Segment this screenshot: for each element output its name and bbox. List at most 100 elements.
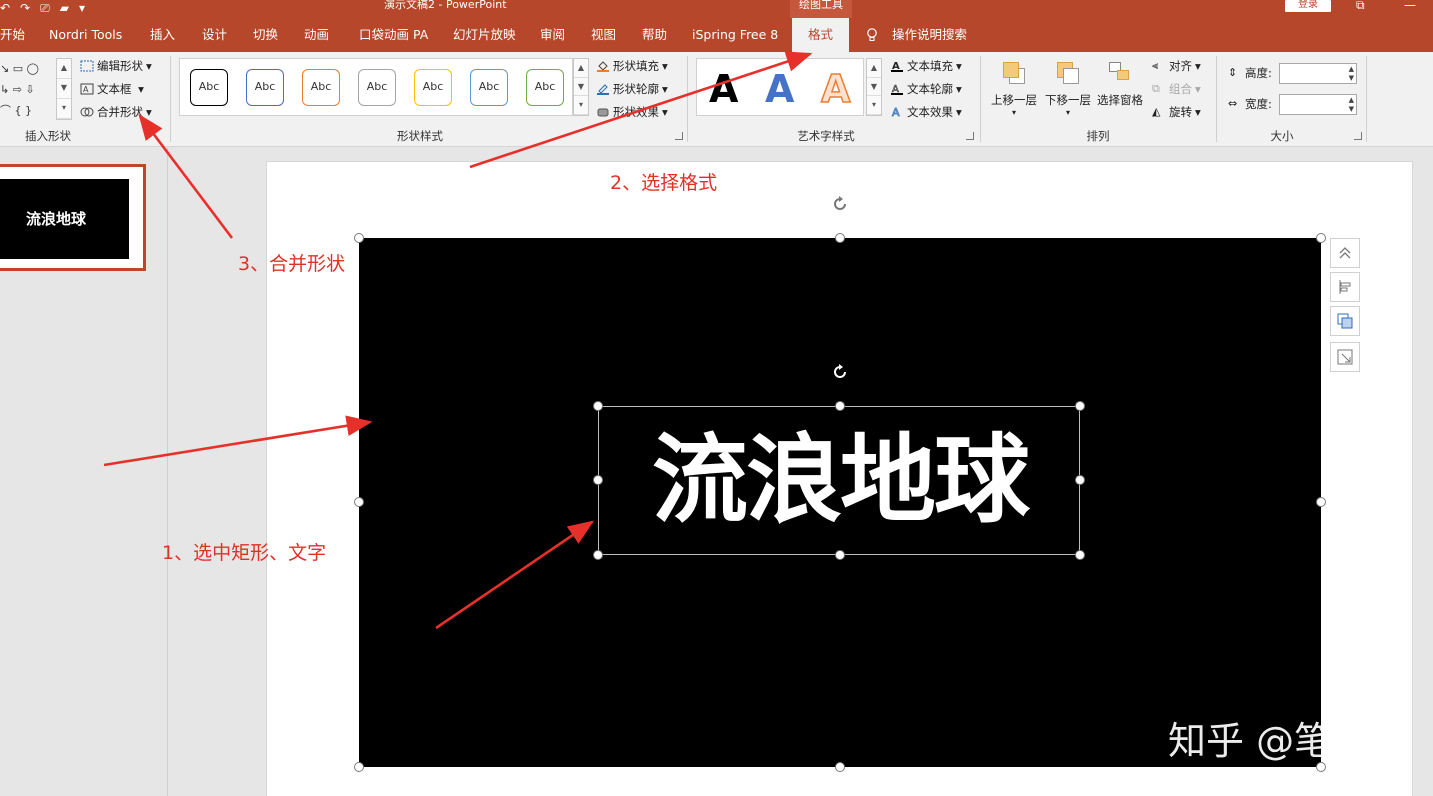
edit-shape-button[interactable]: 编辑形状 ▾ xyxy=(80,58,152,74)
send-backward-button[interactable]: 下移一层 ▾ xyxy=(1042,60,1094,117)
shape-style-sample[interactable]: Abc xyxy=(470,69,508,106)
resize-handle[interactable] xyxy=(835,762,845,772)
rotate-handle-icon[interactable] xyxy=(830,194,850,214)
shape-effects-button[interactable]: 形状效果 ▾ xyxy=(596,104,668,120)
tab-ispring[interactable]: iSpring Free 8 xyxy=(692,18,778,52)
text-fill-button[interactable]: A 文本填充 ▾ xyxy=(890,58,962,74)
resize-handle[interactable] xyxy=(1075,475,1085,485)
shape-styles-scroll[interactable]: ▲ ▼ ▾ xyxy=(573,58,589,116)
tab-animations[interactable]: 动画 xyxy=(304,18,329,52)
scroll-up-icon[interactable]: ▲ xyxy=(574,59,588,78)
shapes-gallery[interactable]: ↘ ▭ ◯ ↳ ⇨ ⇩ ⌒ { } xyxy=(0,58,56,122)
shape-styles-quick-icon[interactable] xyxy=(1330,306,1360,336)
open-folder-icon[interactable]: ▰ xyxy=(60,1,69,15)
tab-help[interactable]: 帮助 xyxy=(642,18,667,52)
resize-handle[interactable] xyxy=(1075,401,1085,411)
scroll-down-icon[interactable]: ▼ xyxy=(867,78,881,97)
tell-me-search[interactable]: 操作说明搜索 xyxy=(892,18,967,52)
resize-handle[interactable] xyxy=(354,233,364,243)
scroll-down-icon[interactable]: ▼ xyxy=(57,79,71,99)
tab-transitions[interactable]: 切换 xyxy=(253,18,278,52)
shape-style-sample[interactable]: Abc xyxy=(526,69,564,106)
text-effects-button[interactable]: A 文本效果 ▾ xyxy=(890,104,962,120)
bring-forward-button[interactable]: 上移一层 ▾ xyxy=(988,60,1040,117)
gallery-more-icon[interactable]: ▾ xyxy=(574,96,588,115)
resize-handle[interactable] xyxy=(593,475,603,485)
height-spinner-icon[interactable]: ▲ ▼ xyxy=(1349,65,1354,83)
tab-view[interactable]: 视图 xyxy=(591,18,616,52)
undo-icon[interactable]: ↶ xyxy=(0,1,10,15)
shape-style-sample[interactable]: Abc xyxy=(190,69,228,106)
width-input[interactable]: ▲ ▼ xyxy=(1279,94,1357,115)
width-spinner-icon[interactable]: ▲ ▼ xyxy=(1349,96,1354,114)
resize-handle[interactable] xyxy=(593,550,603,560)
shapes-gallery-row[interactable]: ⌒ { } xyxy=(0,100,56,121)
resize-handle[interactable] xyxy=(354,762,364,772)
resize-handle[interactable] xyxy=(354,497,364,507)
shape-outline-button[interactable]: 形状轮廓 ▾ xyxy=(596,81,668,97)
scroll-down-icon[interactable]: ▼ xyxy=(574,78,588,97)
resize-handle[interactable] xyxy=(835,233,845,243)
collapse-up-icon[interactable] xyxy=(1330,238,1360,268)
crop-resize-icon[interactable] xyxy=(1330,342,1360,372)
gallery-more-icon[interactable]: ▾ xyxy=(867,96,881,115)
height-input[interactable]: ▲ ▼ xyxy=(1279,63,1357,84)
redo-icon[interactable]: ↷ xyxy=(20,1,30,15)
shape-style-sample[interactable]: Abc xyxy=(414,69,452,106)
shape-style-sample[interactable]: Abc xyxy=(246,69,284,106)
selection-pane-button[interactable]: 选择窗格 xyxy=(1094,60,1146,108)
tab-home[interactable]: 开始 xyxy=(0,18,25,52)
tab-insert[interactable]: 插入 xyxy=(150,18,175,52)
resize-handle[interactable] xyxy=(1316,497,1326,507)
tab-slideshow[interactable]: 幻灯片放映 xyxy=(453,18,516,52)
scroll-up-icon[interactable]: ▲ xyxy=(57,59,71,79)
customize-qat-icon[interactable]: ▾ xyxy=(79,1,85,15)
shape-style-sample[interactable]: Abc xyxy=(358,69,396,106)
tab-review[interactable]: 审阅 xyxy=(540,18,565,52)
wordart-gallery[interactable]: A A A xyxy=(696,58,864,116)
title-text-box[interactable]: 流浪地球 xyxy=(598,406,1080,555)
wordart-sample-blue[interactable]: A xyxy=(765,65,794,113)
shape-fill-label: 形状填充 xyxy=(613,59,659,73)
tab-nordri-tools[interactable]: Nordri Tools xyxy=(49,18,122,52)
wordart-scroll[interactable]: ▲ ▼ ▾ xyxy=(866,58,882,116)
slide-thumbnail[interactable]: 流浪地球 xyxy=(0,164,146,271)
size-group-label: 大小 xyxy=(1270,129,1294,143)
shape-fill-button[interactable]: 形状填充 ▾ xyxy=(596,58,668,74)
present-icon[interactable]: ⎚ xyxy=(40,1,50,15)
merge-shapes-button[interactable]: 合并形状 ▾ xyxy=(80,104,152,120)
restore-icon[interactable]: ⧉ xyxy=(1356,0,1365,11)
resize-handle[interactable] xyxy=(835,550,845,560)
scroll-up-icon[interactable]: ▲ xyxy=(867,59,881,78)
align-button[interactable]: ⫷ 对齐 ▾ xyxy=(1152,58,1201,74)
size-launcher-icon[interactable] xyxy=(1354,132,1362,140)
group-button[interactable]: ⧉ 组合 ▾ xyxy=(1152,81,1201,97)
shape-styles-launcher-icon[interactable] xyxy=(675,132,683,140)
text-outline-button[interactable]: A 文本轮廓 ▾ xyxy=(890,81,962,97)
layout-options-icon[interactable] xyxy=(1330,272,1360,302)
wordart-sample-orange[interactable]: A xyxy=(820,65,851,113)
rotate-handle-icon[interactable] xyxy=(830,362,850,382)
wordart-launcher-icon[interactable] xyxy=(966,132,974,140)
tab-design[interactable]: 设计 xyxy=(202,18,227,52)
rotate-label: 旋转 xyxy=(1169,105,1192,119)
tab-format[interactable]: 格式 xyxy=(792,18,850,52)
shape-style-sample[interactable]: Abc xyxy=(302,69,340,106)
shape-styles-gallery[interactable]: Abc Abc Abc Abc Abc Abc Abc xyxy=(179,58,573,116)
text-box-button[interactable]: A 文本框 ▾ xyxy=(80,81,144,97)
shapes-gallery-scroll[interactable]: ▲ ▼ ▾ xyxy=(56,58,72,120)
shapes-gallery-row[interactable]: ↘ ▭ ◯ xyxy=(0,58,56,79)
minimize-icon[interactable]: — xyxy=(1404,0,1416,11)
shapes-gallery-row[interactable]: ↳ ⇨ ⇩ xyxy=(0,79,56,100)
resize-handle[interactable] xyxy=(593,401,603,411)
tab-pocket-animation[interactable]: 口袋动画 PA xyxy=(359,18,428,52)
resize-handle[interactable] xyxy=(835,401,845,411)
title-text[interactable]: 流浪地球 xyxy=(599,407,1081,556)
login-button[interactable]: 登录 xyxy=(1285,0,1331,12)
text-fill-label: 文本填充 xyxy=(907,59,953,73)
gallery-more-icon[interactable]: ▾ xyxy=(57,99,71,119)
resize-handle[interactable] xyxy=(1075,550,1085,560)
rotate-button[interactable]: ◭ 旋转 ▾ xyxy=(1152,104,1201,120)
wordart-sample-black[interactable]: A xyxy=(709,65,738,113)
resize-handle[interactable] xyxy=(1316,233,1326,243)
